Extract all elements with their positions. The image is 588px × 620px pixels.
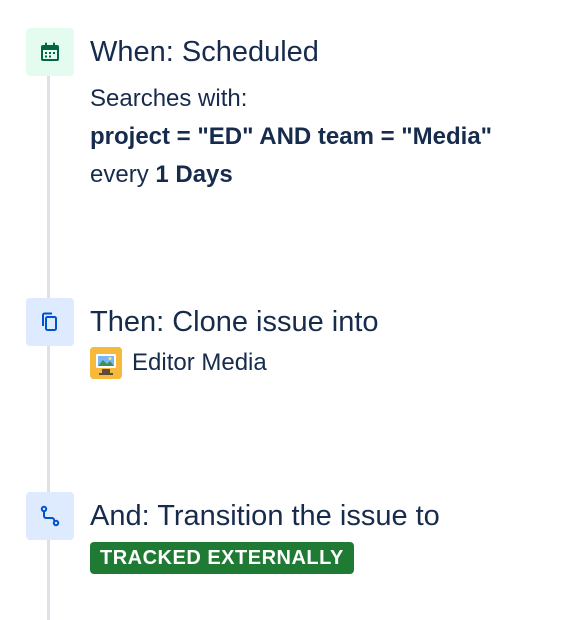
interval-value: 1 Days bbox=[155, 161, 233, 188]
status-badge: TRACKED EXTERNALLY bbox=[90, 542, 354, 574]
every-label: every bbox=[90, 161, 149, 188]
jql-query: project = "ED" AND team = "Media" bbox=[90, 123, 493, 150]
searches-label: Searches with: bbox=[90, 85, 248, 112]
trigger-title: When: Scheduled bbox=[90, 36, 319, 68]
clone-icon bbox=[26, 298, 74, 346]
schedule-interval: every 1 Days bbox=[90, 156, 588, 194]
project-avatar-icon bbox=[90, 347, 122, 379]
transition-icon bbox=[26, 492, 74, 540]
project-name: Editor Media bbox=[132, 349, 267, 376]
target-project[interactable]: Editor Media bbox=[90, 344, 588, 382]
calendar-icon bbox=[26, 28, 74, 76]
transition-title: And: Transition the issue to bbox=[90, 500, 440, 532]
clone-title: Then: Clone issue into bbox=[90, 306, 379, 338]
